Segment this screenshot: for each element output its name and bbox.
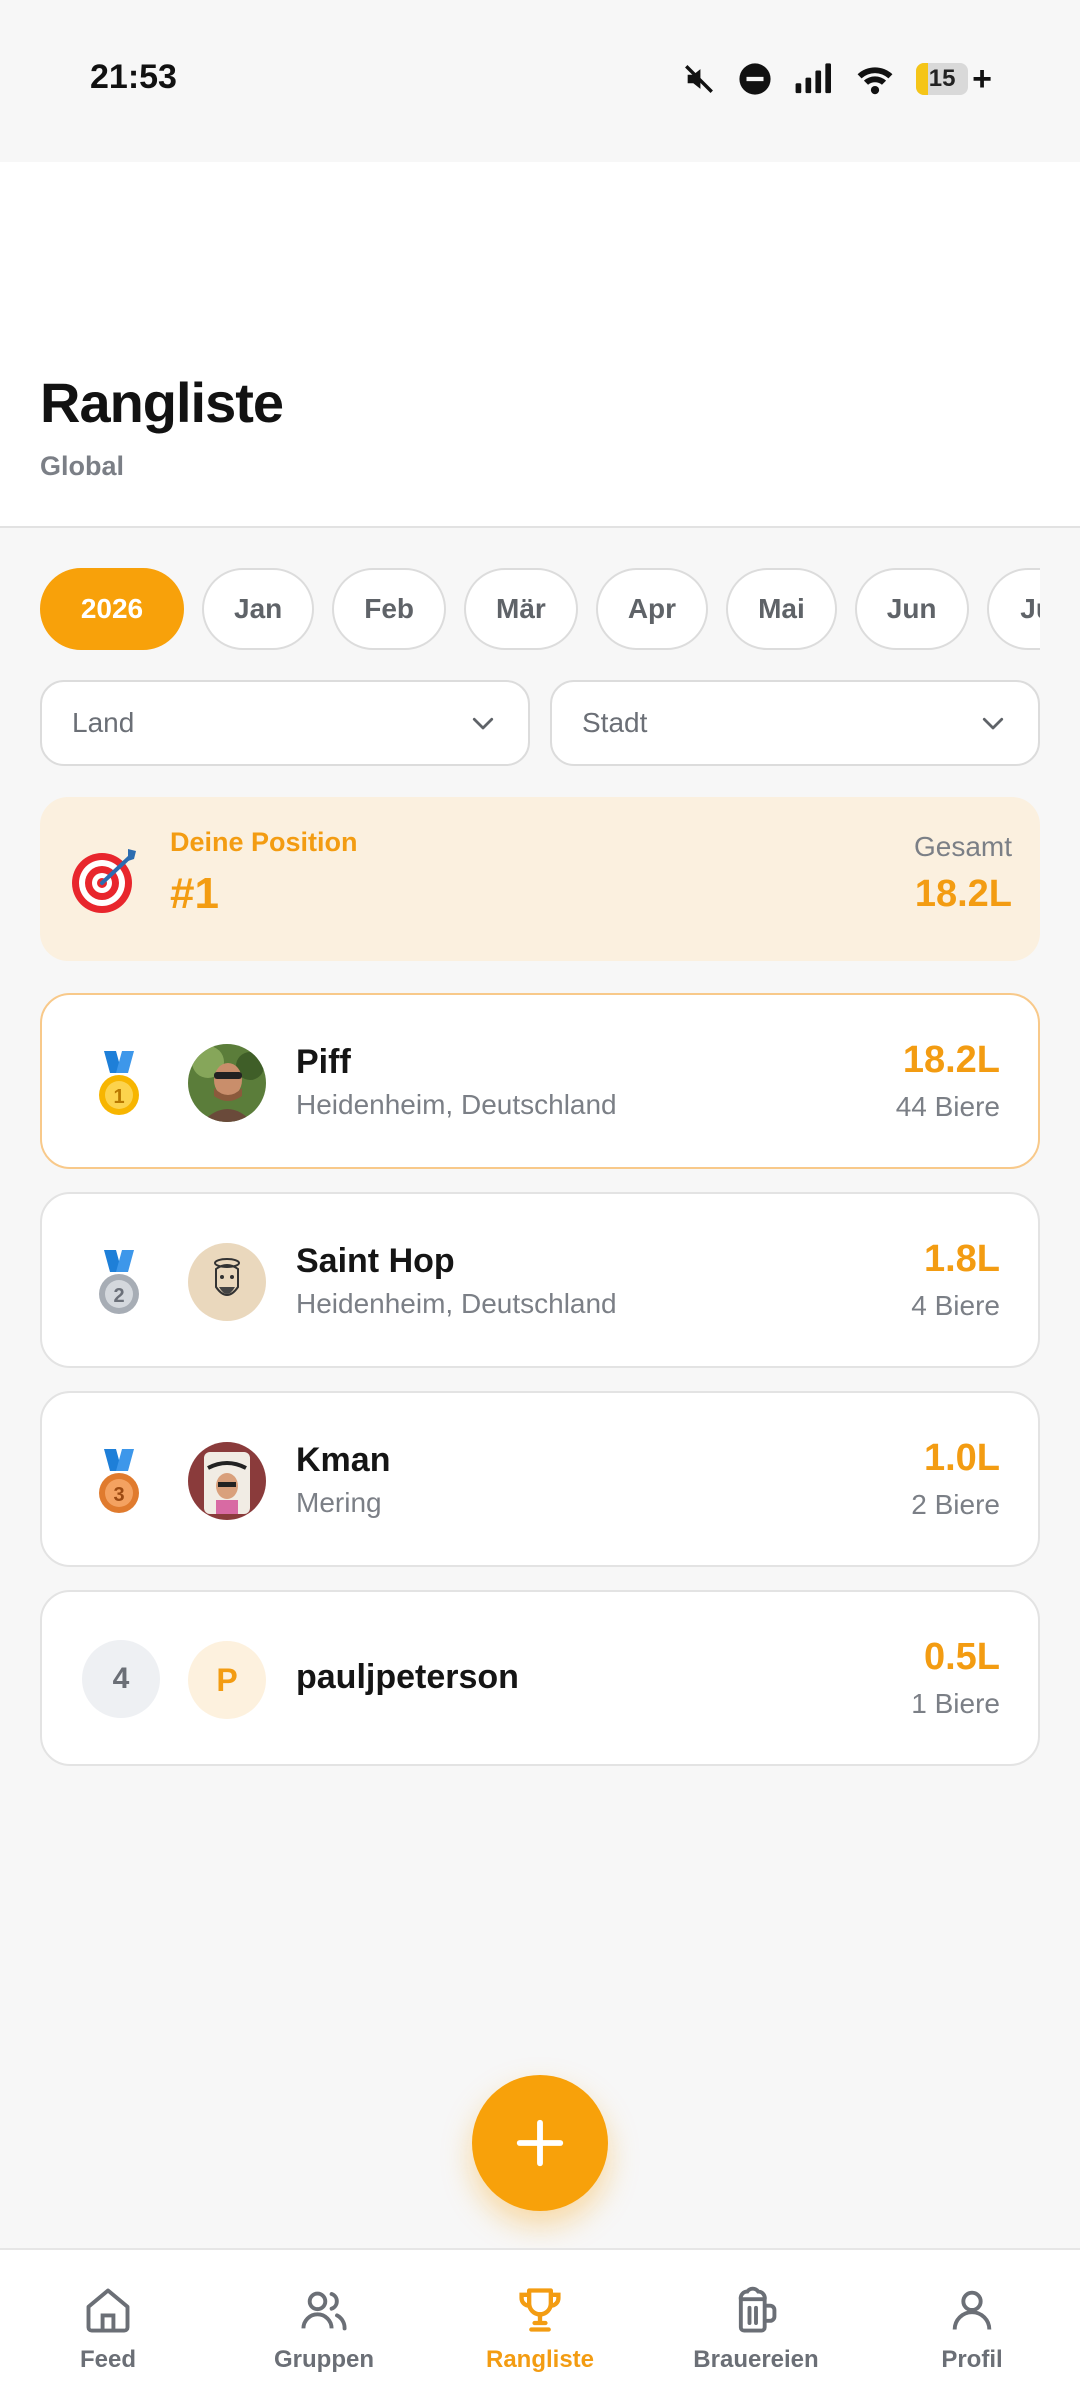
bottom-nav: Feed Gruppen Rangliste Brauereien Profil	[0, 2248, 1080, 2404]
silver-medal-icon: 2	[99, 1250, 139, 1314]
period-chip-row[interactable]: 2026 Jan Feb Mär Apr Mai Jun Jul	[40, 568, 1040, 650]
my-position-label: Deine Position	[170, 827, 358, 857]
wifi-icon	[857, 67, 893, 95]
user-name: Kman	[296, 1441, 391, 1479]
user-icon	[952, 2290, 992, 2330]
bronze-medal-icon: 3	[99, 1449, 139, 1513]
country-select-placeholder: Land	[72, 707, 135, 738]
user-name: Piff	[296, 1043, 351, 1081]
page-header: Rangliste Global	[0, 162, 1080, 528]
my-position-card: Deine Position #1 Gesamt 18.2L	[40, 797, 1040, 961]
nav-profil[interactable]: Profil	[864, 2250, 1080, 2404]
battery-level: 15	[928, 65, 956, 92]
chip-jan[interactable]: Jan	[202, 568, 315, 650]
svg-text:2: 2	[113, 1285, 124, 1307]
chip-apr[interactable]: Apr	[595, 568, 709, 650]
user-beer-count: 44 Biere	[895, 1091, 1000, 1122]
trophy-icon	[519, 2288, 561, 2332]
status-icons: 15 +	[682, 58, 992, 100]
chip-mai[interactable]: Mai	[726, 568, 837, 650]
city-select[interactable]: Stadt	[550, 680, 1040, 766]
charging-plus-icon: +	[972, 60, 992, 98]
page-subtitle: Global	[40, 451, 125, 481]
leaderboard-row[interactable]: 3 Kman Mering 1.0L 2 Biere	[40, 1391, 1040, 1567]
chip-jun[interactable]: Jun	[854, 568, 969, 650]
avatar[interactable]	[188, 1442, 266, 1520]
nav-feed[interactable]: Feed	[0, 2250, 216, 2404]
user-beer-count: 4 Biere	[911, 1290, 1000, 1321]
user-amount: 18.2L	[902, 1039, 1000, 1081]
user-amount: 0.5L	[923, 1636, 1000, 1678]
user-location: Mering	[296, 1487, 382, 1518]
rank-number: 4	[82, 1640, 160, 1718]
svg-text:3: 3	[113, 1484, 124, 1506]
leaderboard-row[interactable]: 1 Piff Heidenheim, Deutschland 18.2L 44 …	[40, 993, 1040, 1169]
avatar[interactable]: P	[188, 1641, 266, 1719]
chip-jul[interactable]: Jul	[986, 568, 1040, 650]
mute-icon	[685, 65, 714, 93]
nav-rangliste-label: Rangliste	[485, 2346, 595, 2373]
nav-brauereien[interactable]: Brauereien	[648, 2250, 864, 2404]
status-bar: 21:53 15 +	[0, 0, 1080, 162]
status-time: 21:53	[90, 58, 177, 96]
chevron-down-icon	[472, 717, 494, 730]
nav-gruppen-label: Gruppen	[274, 2346, 374, 2373]
battery-icon: 15 +	[916, 62, 992, 96]
user-location: Heidenheim, Deutschland	[296, 1288, 617, 1319]
svg-text:1: 1	[113, 1086, 124, 1108]
chip-feb[interactable]: Feb	[332, 568, 447, 650]
nav-brauereien-label: Brauereien	[693, 2346, 819, 2373]
dnd-icon	[739, 63, 771, 95]
leaderboard-row[interactable]: 4 P pauljpeterson 0.5L 1 Biere	[40, 1590, 1040, 1766]
country-select[interactable]: Land	[40, 680, 530, 766]
users-icon	[301, 2291, 347, 2331]
user-name: Saint Hop	[296, 1242, 455, 1280]
add-button[interactable]	[472, 2075, 608, 2211]
user-beer-count: 1 Biere	[911, 1688, 1000, 1719]
total-value: 18.2L	[914, 873, 1012, 915]
user-name: pauljpeterson	[296, 1658, 519, 1696]
user-amount: 1.8L	[923, 1238, 1000, 1280]
gold-medal-icon: 1	[99, 1051, 139, 1115]
beer-mug-icon	[738, 2286, 777, 2333]
plus-icon	[516, 2119, 564, 2167]
nav-gruppen[interactable]: Gruppen	[216, 2250, 432, 2404]
chip-mar[interactable]: Mär	[464, 568, 578, 650]
nav-profil-label: Profil	[941, 2346, 1003, 2373]
leaderboard-row[interactable]: 2 Saint Hop Heidenheim, Deutschland 1.8L…	[40, 1192, 1040, 1368]
signal-icon	[795, 63, 832, 94]
target-icon	[72, 849, 136, 913]
user-amount: 1.0L	[923, 1437, 1000, 1479]
my-position-rank: #1	[170, 869, 219, 918]
page-title: Rangliste	[40, 371, 284, 434]
user-beer-count: 2 Biere	[911, 1489, 1000, 1520]
total-label: Gesamt	[913, 831, 1012, 862]
avatar[interactable]	[188, 1243, 266, 1321]
nav-rangliste[interactable]: Rangliste	[432, 2250, 648, 2404]
user-location: Heidenheim, Deutschland	[296, 1089, 617, 1120]
city-select-placeholder: Stadt	[582, 707, 648, 738]
home-icon	[86, 2288, 130, 2333]
avatar[interactable]	[188, 1044, 266, 1122]
chip-year[interactable]: 2026	[40, 568, 184, 650]
chevron-down-icon	[982, 717, 1004, 730]
filter-row: Land Stadt	[40, 680, 1040, 766]
nav-feed-label: Feed	[79, 2346, 136, 2373]
